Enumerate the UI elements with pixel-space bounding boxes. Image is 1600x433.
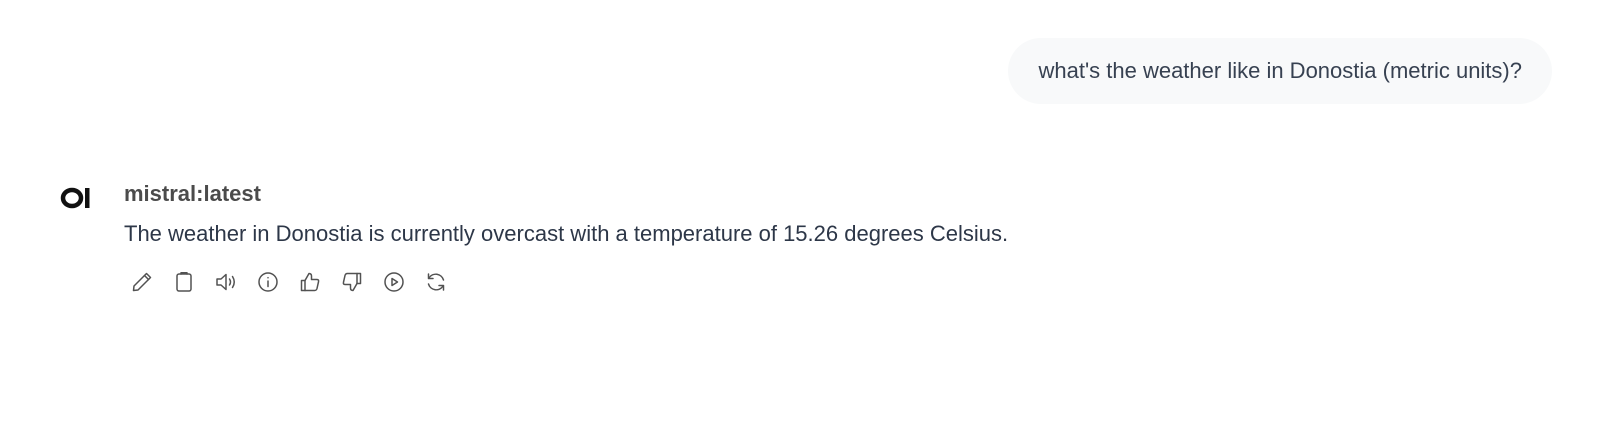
message-actions-toolbar: [130, 268, 466, 296]
good-response-button[interactable]: [298, 268, 340, 296]
info-button[interactable]: [256, 268, 298, 296]
refresh-icon: [427, 273, 445, 291]
info-icon: [258, 272, 278, 292]
thumbs-up-icon: [300, 272, 320, 292]
play-icon: [384, 272, 404, 292]
assistant-message-text: The weather in Donostia is currently ove…: [124, 221, 1009, 246]
model-avatar-icon: [60, 186, 92, 210]
pencil-icon: [132, 272, 152, 292]
regenerate-button[interactable]: [424, 268, 466, 296]
edit-button[interactable]: [130, 268, 172, 296]
speaker-icon: [216, 273, 235, 291]
clipboard-icon: [176, 272, 192, 292]
read-aloud-button[interactable]: [214, 268, 256, 296]
user-message-text: what's the weather like in Donostia (met…: [1038, 58, 1522, 83]
model-name: mistral:latest: [124, 181, 261, 206]
continue-button[interactable]: [382, 268, 424, 296]
chat-container: what's the weather like in Donostia (met…: [0, 0, 1600, 433]
bad-response-button[interactable]: [340, 268, 382, 296]
user-message-bubble: what's the weather like in Donostia (met…: [1008, 38, 1552, 104]
copy-button[interactable]: [172, 268, 214, 296]
thumbs-down-icon: [342, 272, 362, 292]
